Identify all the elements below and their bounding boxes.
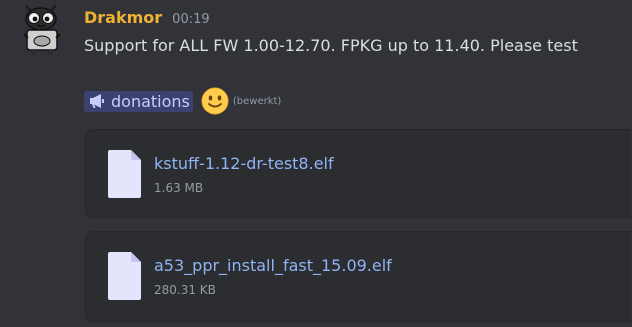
file-icon [108, 252, 141, 300]
megaphone-icon [90, 94, 104, 108]
mention-label: donations [111, 91, 190, 111]
chat-message: Drakmor 00:19 Support for ALL FW 1.00-12… [0, 0, 632, 327]
message-text: Support for ALL FW 1.00-12.70. FPKG up t… [84, 36, 578, 55]
bot-mascot-icon [23, 4, 61, 55]
channel-mention[interactable]: donations [84, 90, 193, 112]
message-header: Drakmor 00:19 [84, 8, 210, 27]
attachment-file-name[interactable]: kstuff-1.12-dr-test8.elf [154, 154, 334, 173]
username[interactable]: Drakmor [84, 8, 162, 27]
avatar[interactable] [20, 4, 64, 56]
slightly-smiling-face-icon[interactable] [201, 87, 229, 115]
attachment-file-name[interactable]: a53_ppr_install_fast_15.09.elf [154, 256, 392, 275]
edited-label: (bewerkt) [232, 95, 282, 107]
timestamp[interactable]: 00:19 [172, 12, 209, 27]
message-extra-line: donations (bewerkt) [84, 87, 281, 115]
file-attachment: kstuff-1.12-dr-test8.elf 1.63 MB [85, 129, 631, 218]
file-icon [108, 150, 141, 198]
file-attachment: a53_ppr_install_fast_15.09.elf 280.31 KB [85, 231, 631, 322]
attachment-file-size: 280.31 KB [154, 283, 216, 297]
attachment-file-size: 1.63 MB [154, 181, 204, 195]
